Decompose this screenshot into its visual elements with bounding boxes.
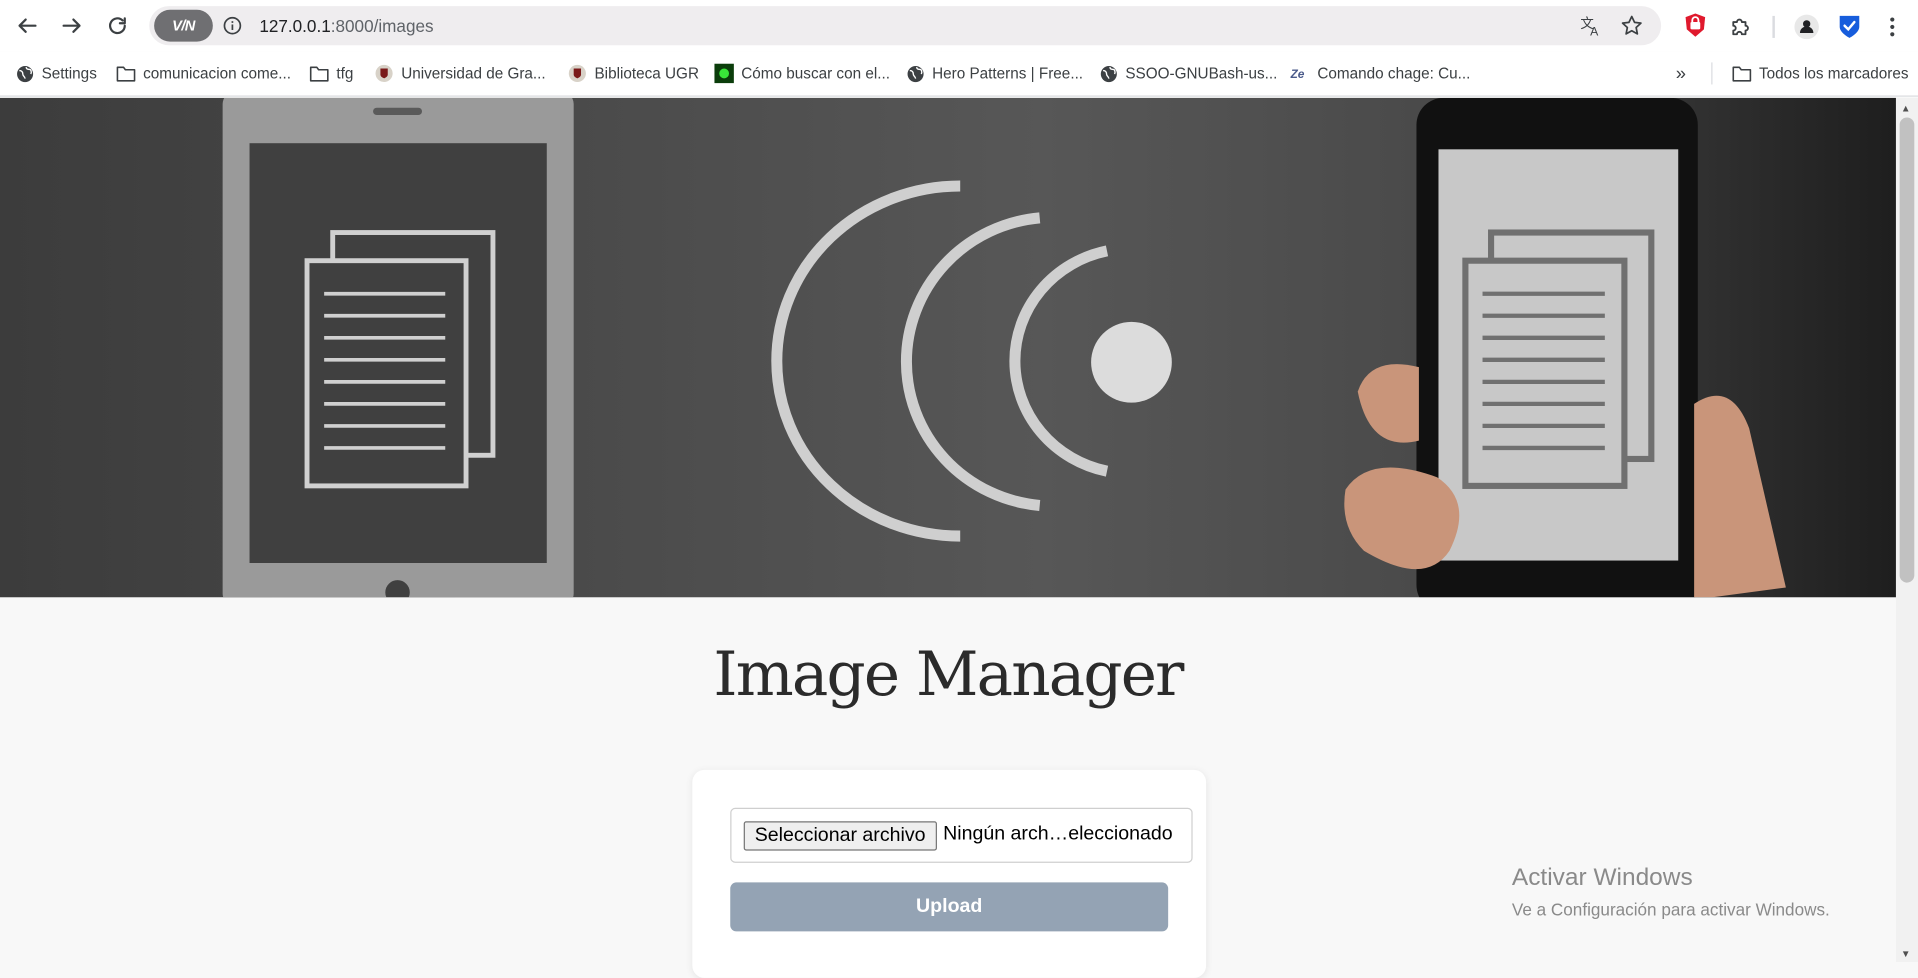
file-input[interactable]: Seleccionar archivo Ningún arch…eleccion…	[730, 807, 1193, 863]
crest-icon	[568, 64, 588, 84]
bookmark-star-icon[interactable]	[1620, 13, 1644, 37]
bookmarks-bar: Settings comunicacion come... tfg Univer…	[0, 51, 1918, 97]
svg-text:Ze: Ze	[1290, 67, 1304, 81]
url-text[interactable]: 127.0.0.1:8000/images	[259, 16, 433, 36]
bookmark-label: Comando chage: Cu...	[1317, 64, 1471, 83]
brave-shield-icon[interactable]	[1682, 12, 1709, 39]
bookmark-folder-comunicacion[interactable]: comunicacion come...	[116, 62, 291, 84]
svg-text:A: A	[1590, 24, 1599, 36]
bookmark-settings[interactable]: Settings	[15, 62, 97, 84]
bookmark-label: comunicacion come...	[143, 64, 291, 83]
scroll-up-arrow-icon[interactable]: ▲	[1901, 103, 1911, 114]
reload-icon	[109, 17, 126, 35]
site-info-icon[interactable]	[223, 16, 243, 36]
bookmark-label: Universidad de Gra...	[401, 64, 546, 83]
bookmark-label: Hero Patterns | Free...	[932, 64, 1084, 83]
hero-banner-image	[0, 97, 1896, 598]
bookmarks-overflow-button[interactable]: »	[1676, 62, 1686, 84]
all-bookmarks-label: Todos los marcadores	[1758, 64, 1909, 83]
bookmark-label: SSOO-GNUBash-us...	[1125, 64, 1278, 83]
bookmark-ssoo[interactable]: SSOO-GNUBash-us...	[1098, 62, 1277, 84]
watermark-subtitle: Ve a Configuración para activar Windows.	[1511, 899, 1830, 920]
folder-icon	[116, 64, 136, 84]
bookmark-hero-patterns[interactable]: Hero Patterns | Free...	[905, 62, 1083, 84]
bookmark-comando-chage[interactable]: Ze Comando chage: Cu...	[1290, 62, 1470, 84]
bookmark-biblioteca[interactable]: Biblioteca UGR	[568, 62, 699, 84]
globe-icon	[905, 64, 925, 84]
url-path: :8000/images	[330, 15, 434, 36]
toolbar-divider	[1772, 15, 1775, 38]
folder-icon	[1732, 64, 1752, 84]
forward-button[interactable]	[55, 9, 89, 43]
globe-icon	[1098, 64, 1118, 84]
vpn-badge[interactable]: V/N	[154, 9, 213, 42]
windows-activation-watermark: Activar Windows Ve a Configuración para …	[1512, 864, 1830, 919]
ze-icon: Ze	[1290, 64, 1310, 84]
document-icon	[304, 230, 496, 489]
address-bar[interactable]: V/N 127.0.0.1:8000/images 文A	[149, 6, 1662, 46]
page-scrollbar[interactable]: ▲ ▼	[1895, 97, 1918, 962]
bookmark-label: tfg	[336, 64, 354, 83]
reload-button[interactable]	[100, 9, 134, 43]
browser-menu-icon[interactable]	[1879, 13, 1906, 40]
bookmark-universidad[interactable]: Universidad de Gra...	[374, 62, 546, 84]
globe-icon	[15, 64, 35, 84]
translate-icon[interactable]: 文A	[1578, 13, 1602, 37]
folder-icon	[309, 64, 329, 84]
wireless-signal-icon	[771, 180, 1172, 542]
bookmark-label: Biblioteca UGR	[594, 64, 700, 83]
bookmark-como-buscar[interactable]: Cómo buscar con el...	[714, 62, 890, 84]
browser-toolbar: V/N 127.0.0.1:8000/images 文A	[0, 0, 1918, 52]
upload-card: Seleccionar archivo Ningún arch…eleccion…	[692, 769, 1207, 978]
scrollbar-thumb[interactable]	[1899, 117, 1915, 583]
extensions-puzzle-icon[interactable]	[1727, 13, 1754, 40]
all-bookmarks-folder[interactable]: Todos los marcadores	[1732, 62, 1909, 84]
file-status-text: Ningún arch…eleccionado	[943, 823, 1173, 845]
upload-button[interactable]: Upload	[730, 882, 1169, 932]
bookmark-folder-tfg[interactable]: tfg	[309, 62, 353, 84]
bookmarks-divider	[1711, 62, 1713, 85]
scroll-down-arrow-icon[interactable]: ▼	[1901, 949, 1911, 960]
url-host: 127.0.0.1	[259, 15, 331, 36]
watermark-title: Activar Windows	[1511, 864, 1693, 891]
forward-arrow-icon	[62, 18, 81, 33]
bookmark-label: Settings	[41, 64, 97, 83]
file-transfer-illustration	[222, 97, 1786, 598]
profile-avatar-icon[interactable]	[1793, 13, 1820, 40]
document-icon	[1462, 229, 1655, 489]
back-arrow-icon	[18, 18, 37, 33]
choose-file-button[interactable]: Seleccionar archivo	[743, 821, 937, 851]
bookmark-label: Cómo buscar con el...	[741, 64, 890, 83]
bitwarden-shield-icon[interactable]	[1836, 13, 1863, 40]
page-title: Image Manager	[713, 638, 1184, 710]
crest-icon	[374, 64, 394, 84]
green-square-icon	[714, 63, 734, 84]
back-button[interactable]	[10, 9, 44, 43]
